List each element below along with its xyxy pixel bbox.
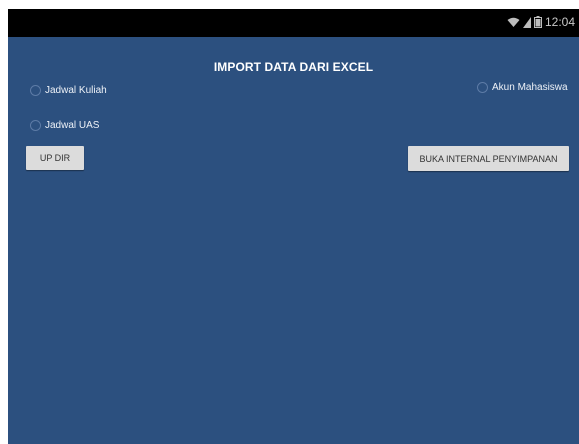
radio-jadwal-uas[interactable]: Jadwal UAS [30, 120, 99, 131]
radio-label: Jadwal UAS [45, 120, 100, 131]
radio-jadwal-kuliah[interactable]: Jadwal Kuliah [30, 85, 107, 96]
wifi-icon [507, 17, 520, 28]
battery-icon [533, 16, 542, 28]
buka-internal-penyimpanan-button[interactable]: BUKA INTERNAL PENYIMPANAN [408, 146, 569, 171]
radio-circle-icon[interactable] [477, 82, 488, 93]
status-icons: 12:04 [507, 15, 575, 29]
radio-label: Akun Mahasiswa [492, 82, 568, 93]
app-screen: 12:04 IMPORT DATA DARI EXCEL Jadwal Kuli… [8, 9, 579, 444]
radio-label: Jadwal Kuliah [45, 85, 107, 96]
page-title: IMPORT DATA DARI EXCEL [213, 60, 374, 74]
radio-akun-mahasiswa[interactable]: Akun Mahasiswa [477, 82, 568, 93]
status-time: 12:04 [544, 15, 575, 29]
radio-circle-icon[interactable] [30, 85, 41, 96]
up-dir-button[interactable]: UP DIR [26, 146, 84, 170]
signal-icon [522, 16, 531, 28]
radio-circle-icon[interactable] [30, 120, 41, 131]
status-bar: 12:04 [8, 9, 579, 37]
